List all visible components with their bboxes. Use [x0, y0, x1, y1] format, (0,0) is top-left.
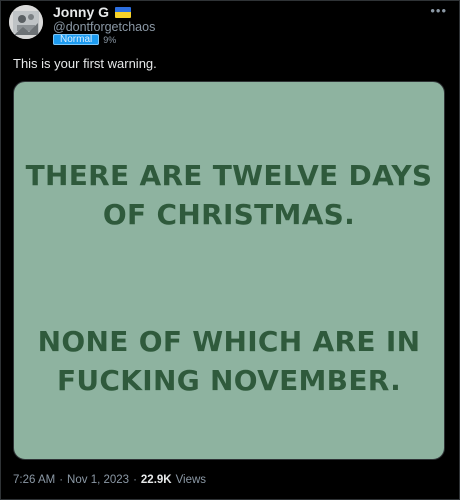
author-display-name[interactable]: Jonny G [53, 4, 109, 20]
views-label: Views [175, 474, 207, 486]
meme-text-line-1: THERE ARE TWELVE DAYS [25, 159, 433, 192]
meme-text-line-3: NONE OF WHICH ARE IN [37, 325, 421, 358]
avatar-image [9, 5, 43, 39]
separator-dot: · [133, 474, 137, 486]
separator-dot: · [59, 474, 64, 486]
status-badge: Normal [53, 34, 100, 45]
author-handle[interactable]: @dontforgetchaos [53, 20, 155, 34]
tweet-timestamp-row: 7:26 AM · Nov 1, 2023 · 22.9K Views [13, 474, 206, 486]
tweet-date[interactable]: Nov 1, 2023 [67, 474, 129, 486]
meme-text-line-4: FUCKING NOVEMBER. [56, 364, 402, 397]
tweet-text: This is your first warning. [13, 56, 157, 71]
status-badge-value: 9% [103, 34, 117, 45]
tweet-card: Jonny G @dontforgetchaos Normal 9% ••• T… [0, 0, 460, 500]
ukraine-flag-icon [115, 6, 132, 18]
more-options-icon[interactable]: ••• [430, 3, 447, 18]
avatar[interactable] [9, 5, 43, 39]
author-badge-row: Normal 9% [53, 34, 116, 45]
meme-text-line-2: OF CHRISTMAS. [102, 198, 356, 231]
tweet-time[interactable]: 7:26 AM [13, 474, 55, 486]
author-name-row: Jonny G [53, 4, 132, 20]
tweet-media-image[interactable]: THERE ARE TWELVE DAYS OF CHRISTMAS. NONE… [13, 81, 445, 460]
views-count: 22.9K [140, 474, 172, 486]
